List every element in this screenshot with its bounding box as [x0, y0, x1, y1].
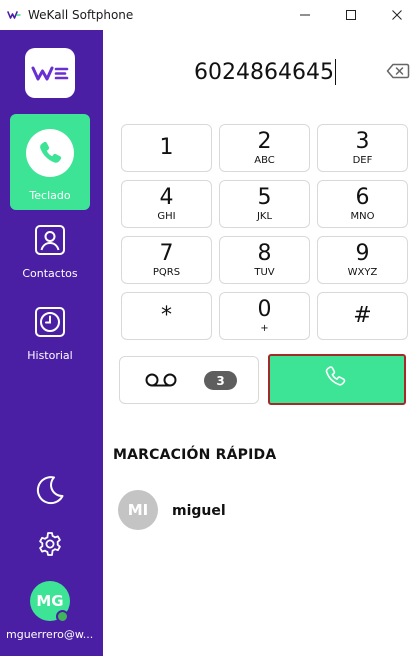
sidebar-item-historial[interactable]: Historial [10, 302, 90, 362]
key-digit: 4 [159, 184, 174, 210]
voicemail-icon [144, 372, 178, 393]
key-digit: 1 [159, 134, 174, 160]
app-logo-icon [6, 7, 22, 23]
key-letters: PQRS [152, 266, 181, 278]
sidebar-item-label: Teclado [29, 189, 71, 202]
phone-number-input[interactable]: 6024864645 [180, 58, 350, 86]
close-button[interactable] [374, 0, 420, 30]
dial-key-2[interactable]: 2 ABC [219, 124, 310, 172]
key-letters: GHI [157, 210, 176, 222]
voicemail-count-badge: 3 [204, 371, 237, 390]
key-letters: MNO [350, 210, 375, 222]
dial-key-1[interactable]: 1 [121, 124, 212, 172]
phone-icon [25, 128, 75, 183]
dark-mode-icon[interactable] [34, 474, 66, 511]
phone-number-text: 6024864645 [194, 59, 334, 85]
online-status-badge [56, 610, 69, 623]
title-bar: WeKall Softphone [0, 0, 420, 30]
contact-name: miguel [172, 503, 226, 519]
sidebar-item-label: Historial [27, 349, 73, 362]
contact-avatar: MI [118, 490, 158, 530]
sidebar-item-label: Contactos [22, 267, 78, 280]
user-email: mguerrero@w... [6, 628, 94, 641]
list-item[interactable]: MI miguel [118, 490, 408, 532]
dial-key-0[interactable]: 0 + [219, 292, 310, 340]
dial-key-star[interactable]: * [121, 292, 212, 340]
key-digit: 6 [355, 184, 370, 210]
gear-icon[interactable] [37, 531, 63, 562]
clock-icon [34, 306, 66, 343]
window-title: WeKall Softphone [28, 8, 134, 22]
dial-key-4[interactable]: 4 GHI [121, 180, 212, 228]
key-digit: 3 [355, 128, 370, 154]
minimize-button[interactable] [282, 0, 328, 30]
sidebar: Teclado Contactos Historial MG mguerrero… [0, 30, 103, 656]
key-letters: WXYZ [347, 266, 378, 278]
key-digit: 2 [257, 128, 272, 154]
sidebar-item-teclado[interactable]: Teclado [10, 114, 90, 210]
backspace-icon[interactable] [386, 63, 410, 84]
key-letters: + [260, 322, 269, 334]
dial-key-8[interactable]: 8 TUV [219, 236, 310, 284]
text-caret [334, 59, 336, 85]
key-digit: 8 [257, 240, 272, 266]
key-digit: 0 [257, 296, 272, 322]
dial-key-5[interactable]: 5 JKL [219, 180, 310, 228]
voicemail-button[interactable]: 3 [119, 356, 259, 404]
key-digit: 5 [257, 184, 272, 210]
wekall-logo [25, 48, 75, 98]
dial-key-9[interactable]: 9 WXYZ [317, 236, 408, 284]
maximize-button[interactable] [328, 0, 374, 30]
phone-icon [324, 364, 350, 395]
contact-icon [34, 224, 66, 261]
key-letters: TUV [254, 266, 275, 278]
dial-key-7[interactable]: 7 PQRS [121, 236, 212, 284]
key-digit: * [161, 302, 172, 328]
key-digit: 9 [355, 240, 370, 266]
dial-key-3[interactable]: 3 DEF [317, 124, 408, 172]
key-letters: DEF [352, 154, 373, 166]
speed-dial-title: MARCACIÓN RÁPIDA [113, 447, 277, 463]
dial-key-6[interactable]: 6 MNO [317, 180, 408, 228]
sidebar-item-contactos[interactable]: Contactos [10, 220, 90, 280]
key-digit: # [353, 302, 372, 328]
key-digit: 7 [159, 240, 174, 266]
call-button[interactable] [268, 354, 406, 405]
key-letters: JKL [256, 210, 273, 222]
key-letters: ABC [254, 154, 275, 166]
dial-key-hash[interactable]: # [317, 292, 408, 340]
